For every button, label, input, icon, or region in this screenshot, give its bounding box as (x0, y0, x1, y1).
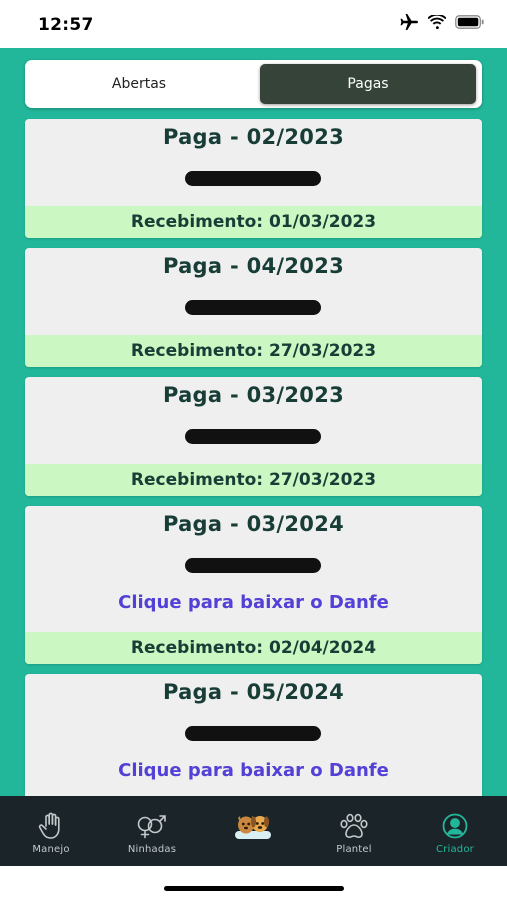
paw-icon (339, 812, 369, 840)
download-danfe-link[interactable]: Clique para baixar o Danfe (25, 592, 482, 613)
card-title: Paga - 05/2024 (162, 680, 345, 704)
card-title: Paga - 04/2023 (162, 254, 345, 278)
download-danfe-link[interactable]: Clique para baixar o Danfe (25, 760, 482, 781)
redacted-value (185, 171, 321, 186)
receipt-date: Recebimento: 02/04/2024 (25, 632, 482, 664)
nav-label: Ninhadas (127, 844, 177, 855)
receipt-date: Recebimento: 01/03/2023 (25, 206, 482, 238)
invoice-card[interactable]: Paga - 03/2023 Recebimento: 27/03/2023 (25, 377, 482, 496)
nav-item-criador[interactable]: Criador (410, 796, 500, 866)
status-icons (399, 14, 485, 30)
bottom-nav: Manejo Ninhadas Plantel Criador (0, 796, 507, 866)
nav-label: Plantel (336, 844, 372, 855)
status-bar: 12:57 (0, 0, 507, 48)
segmented-control: Abertas Pagas (25, 60, 482, 108)
hand-icon (38, 812, 64, 840)
airplane-icon (400, 14, 418, 30)
redacted-value (185, 300, 321, 315)
nav-label: Manejo (32, 844, 70, 855)
redacted-value (185, 429, 321, 444)
invoice-card[interactable]: Paga - 02/2023 Recebimento: 01/03/2023 (25, 119, 482, 238)
home-indicator[interactable] (164, 886, 344, 891)
card-title: Paga - 03/2024 (162, 512, 345, 536)
gender-icon (134, 812, 170, 840)
card-title: Paga - 03/2023 (162, 383, 345, 407)
content-area: Abertas Pagas Paga - 02/2023 Recebimento… (0, 48, 507, 796)
redacted-value (185, 726, 321, 741)
tab-abertas[interactable]: Abertas (25, 60, 253, 108)
nav-label: Criador (436, 844, 474, 855)
tab-pagas[interactable]: Pagas (260, 64, 476, 104)
invoice-card[interactable]: Paga - 04/2023 Recebimento: 27/03/2023 (25, 248, 482, 367)
receipt-date: Recebimento: 27/03/2023 (25, 335, 482, 367)
nav-item-manejo[interactable]: Manejo (6, 796, 96, 866)
status-time: 12:57 (38, 15, 94, 35)
nav-item-plantel[interactable]: Plantel (309, 796, 399, 866)
redacted-value (185, 558, 321, 573)
dog-cat-icon (234, 812, 272, 840)
card-title: Paga - 02/2023 (162, 125, 345, 149)
receipt-date: Recebimento: 27/03/2023 (25, 464, 482, 496)
home-indicator-area (0, 866, 507, 900)
invoice-card[interactable]: Paga - 05/2024 Clique para baixar o Danf… (25, 674, 482, 796)
invoice-card[interactable]: Paga - 03/2024 Clique para baixar o Danf… (25, 506, 482, 664)
battery-icon (455, 15, 484, 29)
nav-item-home[interactable] (208, 796, 298, 866)
user-circle-icon (441, 812, 469, 840)
nav-item-ninhadas[interactable]: Ninhadas (107, 796, 197, 866)
wifi-icon (428, 15, 446, 29)
